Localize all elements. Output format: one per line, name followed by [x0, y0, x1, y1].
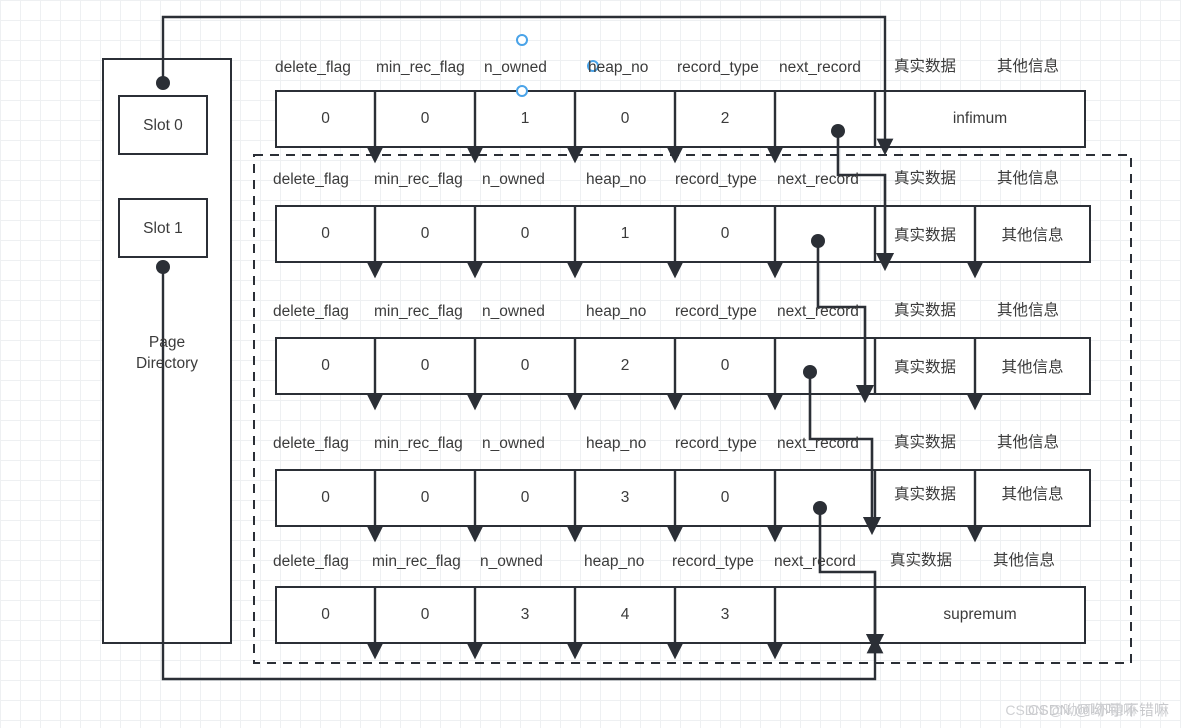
header-next-record-r2: next_record	[777, 303, 859, 320]
cell-delete-flag-r4: 0	[321, 606, 330, 623]
header-real-data-r1: 真实数据	[894, 170, 957, 187]
header-real-data-r4: 真实数据	[890, 552, 953, 569]
header-record-type-r3: record_type	[675, 435, 757, 452]
header-delete-flag-r4: delete_flag	[273, 553, 349, 570]
cell-heap-no-r4: 4	[620, 606, 630, 623]
cell-min-rec-flag-r4: 0	[420, 606, 430, 623]
cell-delete-flag-r3: 0	[321, 489, 330, 506]
header-min-rec-flag-r3: min_rec_flag	[374, 435, 463, 452]
header-record-type-r1: record_type	[675, 171, 757, 188]
header-next-record-r4: next_record	[774, 553, 856, 570]
cell-data-label-r0: infimum	[952, 110, 1008, 127]
header-heap-no-r1: heap_no	[586, 171, 647, 188]
cell-n-owned-r1: 0	[520, 225, 530, 242]
slot-1-label: Slot 1	[143, 220, 183, 237]
header-n-owned-r0: n_owned	[484, 59, 547, 76]
header-heap-no-r4: heap_no	[584, 553, 645, 570]
header-n-owned-r2: n_owned	[482, 303, 545, 320]
cell-data-label-r4: supremum	[943, 606, 1017, 623]
cell-real-data-r1: 真实数据	[893, 227, 956, 244]
header-next-record-r3: next_record	[777, 435, 859, 452]
header-min-rec-flag-r0: min_rec_flag	[376, 59, 465, 76]
cell-record-type-r3: 0	[720, 489, 730, 506]
header-heap-no-r3: heap_no	[586, 435, 647, 452]
cell-record-type-r2: 0	[720, 357, 730, 374]
header-other-info-r4: 其他信息	[993, 552, 1056, 569]
header-n-owned-r4: n_owned	[480, 553, 543, 570]
header-delete-flag-r1: delete_flag	[273, 171, 349, 188]
cell-record-type-r0: 2	[720, 110, 730, 127]
cell-min-rec-flag-r2: 0	[420, 357, 430, 374]
slot-0-label: Slot 0	[143, 117, 183, 134]
header-record-type-r0: record_type	[677, 59, 759, 76]
header-heap-no-r2: heap_no	[586, 303, 647, 320]
header-other-info-r1: 其他信息	[997, 170, 1060, 187]
header-real-data-r3: 真实数据	[894, 434, 957, 451]
cell-n-owned-r0: 1	[520, 110, 530, 127]
cell-min-rec-flag-r1: 0	[420, 225, 430, 242]
header-real-data-r0: 真实数据	[894, 58, 957, 75]
cell-delete-flag-r1: 0	[321, 225, 330, 242]
cell-min-rec-flag-r0: 0	[420, 110, 430, 127]
cell-record-type-r4: 3	[720, 606, 730, 623]
header-delete-flag-r0: delete_flag	[275, 59, 351, 76]
header-record-type-r4: record_type	[672, 553, 754, 570]
cell-heap-no-r2: 2	[620, 357, 630, 374]
header-min-rec-flag-r2: min_rec_flag	[374, 303, 463, 320]
header-next-record-r1: next_record	[777, 171, 859, 188]
cell-other-info-r2: 其他信息	[1001, 359, 1064, 376]
cell-heap-no-r3: 3	[620, 489, 630, 506]
header-n-owned-r1: n_owned	[482, 171, 545, 188]
cell-heap-no-r1: 1	[620, 225, 630, 242]
cell-heap-no-r0: 0	[620, 110, 630, 127]
csdn-watermark-overlay: CSDN @呦呵!不错嘛	[1005, 702, 1137, 718]
header-other-info-r3: 其他信息	[997, 434, 1060, 451]
cell-real-data-r3: 真实数据	[893, 486, 956, 503]
header-other-info-r0: 其他信息	[997, 58, 1060, 75]
cell-n-owned-r3: 0	[520, 489, 530, 506]
cell-n-owned-r4: 3	[520, 606, 530, 623]
cell-min-rec-flag-r3: 0	[420, 489, 430, 506]
header-min-rec-flag-r4: min_rec_flag	[372, 553, 461, 570]
header-real-data-r2: 真实数据	[894, 302, 957, 319]
header-next-record-r0: next_record	[779, 59, 861, 76]
cell-delete-flag-r2: 0	[321, 357, 330, 374]
header-record-type-r2: record_type	[675, 303, 757, 320]
header-heap-no-r0: heap_no	[588, 59, 649, 76]
header-other-info-r2: 其他信息	[997, 302, 1060, 319]
cell-real-data-r2: 真实数据	[893, 359, 956, 376]
header-delete-flag-r3: delete_flag	[273, 435, 349, 452]
cell-n-owned-r2: 0	[520, 357, 530, 374]
header-n-owned-r3: n_owned	[482, 435, 545, 452]
header-min-rec-flag-r1: min_rec_flag	[374, 171, 463, 188]
cell-other-info-r1: 其他信息	[1001, 227, 1064, 244]
cell-delete-flag-r0: 0	[321, 110, 330, 127]
cell-record-type-r1: 0	[720, 225, 730, 242]
cell-other-info-r3: 其他信息	[1001, 486, 1064, 503]
header-delete-flag-r2: delete_flag	[273, 303, 349, 320]
page-directory-label: Page Directory	[135, 334, 198, 372]
